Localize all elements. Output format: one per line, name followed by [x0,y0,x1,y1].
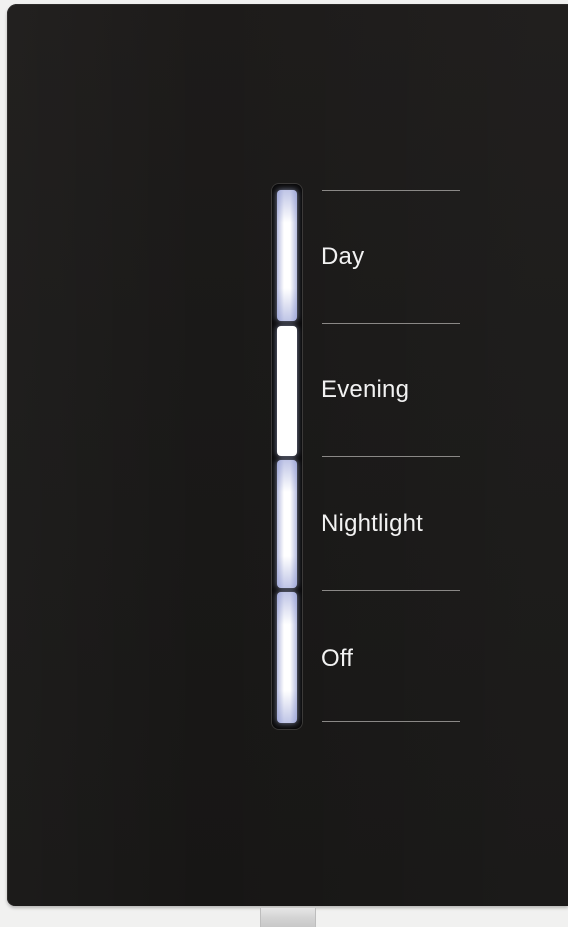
divider-line [322,323,460,324]
divider-line [322,721,460,722]
level-label-nightlight[interactable]: Nightlight [321,510,423,538]
bottom-release-tab [260,908,316,927]
day-light-segment[interactable] [277,190,297,321]
divider-line [322,456,460,457]
nightlight-light-segment[interactable] [277,460,297,588]
divider-line [322,590,460,591]
level-label-evening[interactable]: Evening [321,376,409,404]
switch-stage: Day Evening Nightlight Off [0,0,568,927]
evening-light-segment[interactable] [277,326,297,456]
off-light-segment[interactable] [277,592,297,723]
divider-line [322,190,460,191]
level-label-day[interactable]: Day [321,243,364,271]
level-label-off[interactable]: Off [321,645,353,673]
